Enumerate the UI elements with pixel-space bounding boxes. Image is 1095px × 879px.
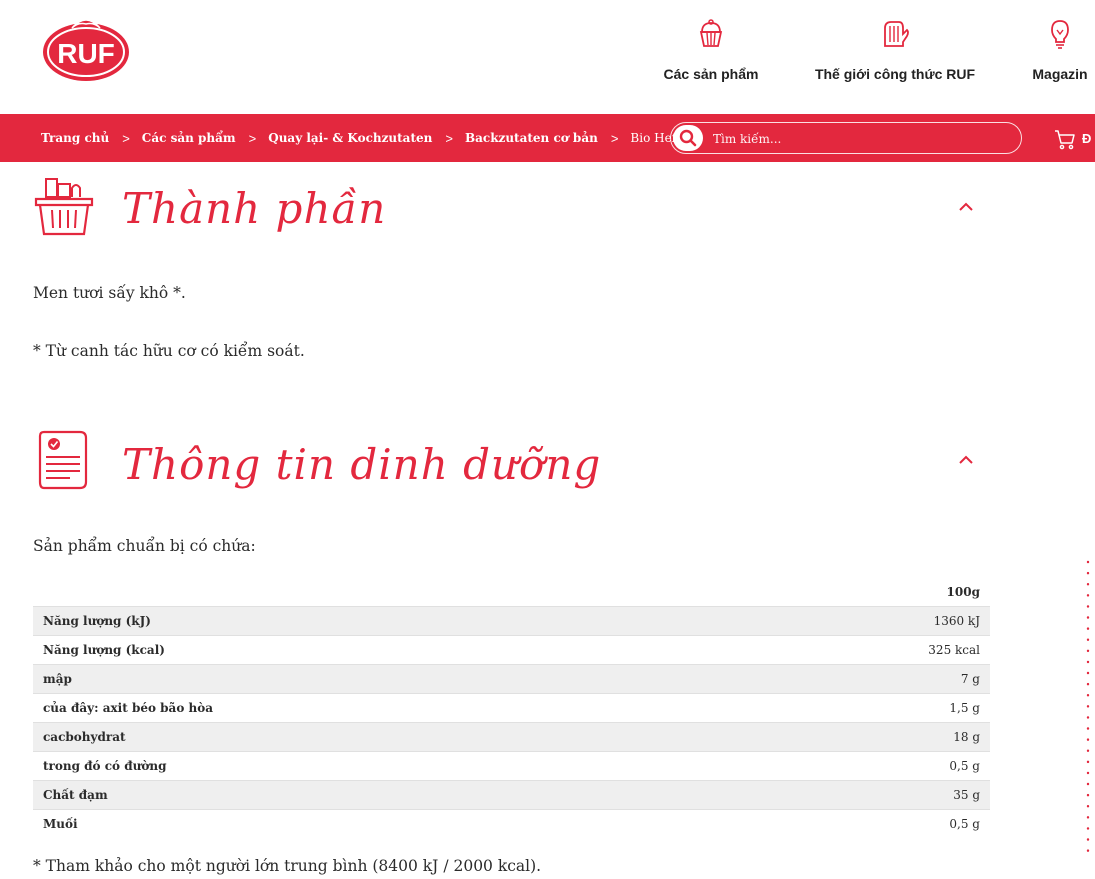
site-header: RUF Các sản phẩm Thế giới công thức RUF xyxy=(0,0,1095,114)
nutrient-value: 7 g xyxy=(960,672,980,686)
nutrient-value: 18 g xyxy=(953,730,980,744)
table-row: mập 7 g xyxy=(33,664,990,693)
table-row: Chất đạm 35 g xyxy=(33,780,990,809)
breadcrumb-bar: Trang chủ > Các sản phẩm > Quay lại- & K… xyxy=(0,114,1095,162)
table-row: Muối 0,5 g xyxy=(33,809,990,838)
breadcrumb-separator: > xyxy=(248,130,257,146)
nutrient-label: trong đó có đường xyxy=(43,759,167,773)
chevron-up-icon[interactable] xyxy=(956,453,976,467)
ingredients-footnote: * Từ canh tác hữu cơ có kiểm soát. xyxy=(33,342,305,360)
cart-label[interactable]: Đ xyxy=(1082,131,1091,146)
breadcrumb-separator: > xyxy=(610,130,619,146)
breadcrumb-separator: > xyxy=(445,130,453,146)
table-row: Năng lượng (kJ) 1360 kJ xyxy=(33,606,990,635)
table-row: của đây: axit béo bão hòa 1,5 g xyxy=(33,693,990,722)
chevron-up-icon[interactable] xyxy=(956,200,976,214)
table-row: trong đó có đường 0,5 g xyxy=(33,751,990,780)
nutrient-value: 0,5 g xyxy=(949,817,980,831)
ingredients-text: Men tươi sấy khô *. xyxy=(33,284,186,302)
breadcrumb-separator: > xyxy=(122,130,130,146)
nutrition-header[interactable]: Thông tin dinh dưỡng xyxy=(32,430,992,500)
nutrition-table: 100g Năng lượng (kJ) 1360 kJ Năng lượng … xyxy=(33,578,990,838)
nutrient-label: Năng lượng (kcal) xyxy=(43,643,165,657)
nutrition-document-icon xyxy=(38,430,88,490)
cupcake-icon xyxy=(699,19,723,47)
search-button[interactable] xyxy=(673,125,703,151)
nutrition-footnote: * Tham khảo cho một người lớn trung bình… xyxy=(33,857,542,875)
cart-icon[interactable] xyxy=(1054,128,1076,150)
nav-magazin[interactable]: Magazin xyxy=(1020,0,1095,114)
nutrient-label: Năng lượng (kJ) xyxy=(43,614,151,628)
svg-text:RUF: RUF xyxy=(57,38,115,69)
nutrition-title: Thông tin dinh dưỡng xyxy=(122,440,602,489)
ingredients-header[interactable]: Thành phần xyxy=(32,176,992,246)
nav-recipes-label: Thế giới công thức RUF xyxy=(814,66,976,82)
ruf-logo[interactable]: RUF xyxy=(42,14,130,82)
breadcrumb-products[interactable]: Các sản phẩm xyxy=(142,131,236,145)
breadcrumb: Trang chủ > Các sản phẩm > Quay lại- & K… xyxy=(41,114,683,162)
nutrient-value: 325 kcal xyxy=(928,643,980,657)
nutrient-value: 35 g xyxy=(953,788,980,802)
nutrient-value: 0,5 g xyxy=(949,759,980,773)
breadcrumb-home[interactable]: Trang chủ xyxy=(41,131,109,145)
nav-products-label: Các sản phẩm xyxy=(663,66,759,82)
search-icon xyxy=(679,129,697,147)
shopping-basket-icon xyxy=(34,178,94,236)
oven-mitt-icon xyxy=(884,21,909,47)
nutrient-label: mập xyxy=(43,672,72,686)
nutrient-label: của đây: axit béo bão hòa xyxy=(43,701,213,715)
lightbulb-icon xyxy=(1051,20,1069,49)
nutrient-value: 1,5 g xyxy=(949,701,980,715)
nutrient-label: Chất đạm xyxy=(43,788,108,802)
table-row: cacbohydrat 18 g xyxy=(33,722,990,751)
ingredients-title: Thành phần xyxy=(122,184,387,233)
search-box xyxy=(670,122,1022,154)
search-input[interactable] xyxy=(713,129,1003,149)
nav-magazin-label: Magazin xyxy=(1032,66,1088,82)
breadcrumb-subcategory[interactable]: Backzutaten cơ bản xyxy=(465,131,598,145)
table-row: Năng lượng (kcal) 325 kcal xyxy=(33,635,990,664)
dotted-decoration xyxy=(1086,560,1090,860)
nutrient-value: 1360 kJ xyxy=(933,614,980,628)
breadcrumb-category[interactable]: Quay lại- & Kochzutaten xyxy=(268,131,432,145)
nutrition-table-header: 100g xyxy=(33,578,990,606)
nav-products[interactable]: Các sản phẩm xyxy=(650,0,772,114)
nav-recipes[interactable]: Thế giới công thức RUF xyxy=(800,0,990,114)
nutrition-intro: Sản phẩm chuẩn bị có chứa: xyxy=(33,537,256,555)
nutrient-label: Muối xyxy=(43,817,78,831)
nutrient-label: cacbohydrat xyxy=(43,730,126,744)
column-header-100g: 100g xyxy=(946,585,980,599)
